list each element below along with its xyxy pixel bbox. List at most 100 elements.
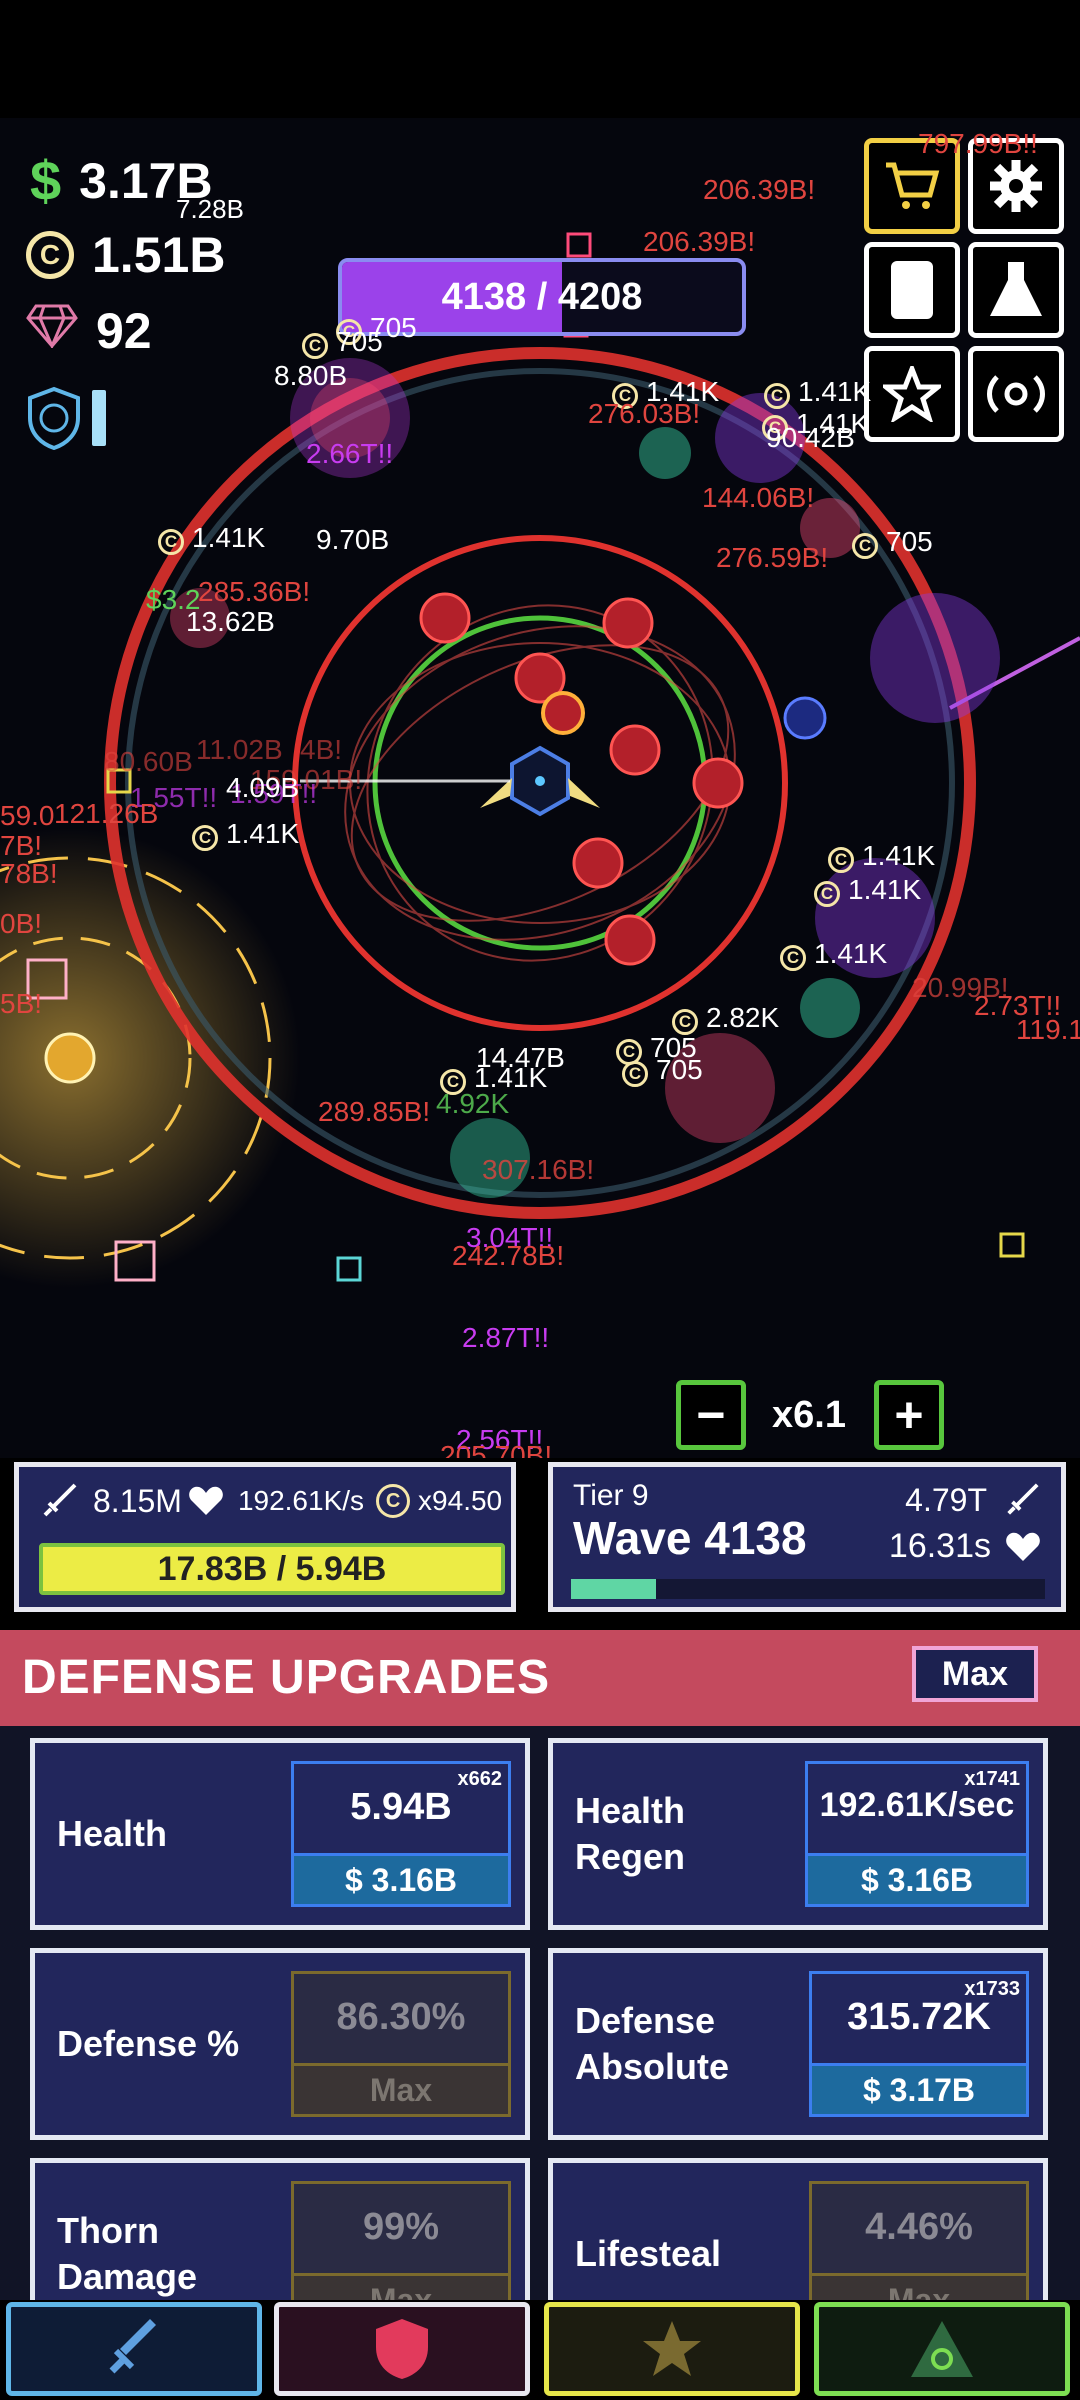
damage-stat: 8.15M <box>93 1482 182 1519</box>
upgrade-value: 86.30% <box>336 1996 466 2038</box>
diamond-icon <box>26 302 78 360</box>
cash-sub-value: 7.28B <box>176 194 244 224</box>
upgrade-grid: Health x662 5.94B $ 3.16B Health Regen x… <box>0 1726 1080 2300</box>
shield-bar <box>92 390 106 446</box>
upgrade-cost: Max <box>294 2063 508 2114</box>
tower-health-bar: 17.83B / 5.94B <box>39 1543 505 1595</box>
upgrade-cost: $ 3.16B <box>808 1853 1026 1904</box>
game-arena: $ 3.17B 7.28B C 1.51B 92 4138 / 4208 797… <box>0 118 1080 1458</box>
damage-number: 242.78B! <box>452 1240 565 1271</box>
damage-number: 80.60B <box>104 746 193 777</box>
coins-display: C 1.51B <box>26 226 225 284</box>
flask-icon <box>990 262 1042 316</box>
damage-number: 4B! <box>300 734 343 765</box>
gear-icon <box>990 160 1042 212</box>
damage-number: 11.02B <box>196 734 283 765</box>
zoom-in-button[interactable]: + <box>874 1380 944 1450</box>
damage-number: 276.03B! <box>588 398 701 429</box>
damage-number: 13.62B <box>186 606 275 637</box>
tower-stats-row: 8.15M 192.61K/s C x94.50 <box>39 1481 502 1521</box>
damage-number: 206.39B! <box>703 174 816 205</box>
wave-info-panel: Tier 9 Wave 4138 4.79T 16.31s <box>548 1462 1066 1612</box>
coin-icon: C <box>780 945 806 971</box>
modules-button[interactable] <box>968 346 1064 442</box>
upgrade-value: 5.94B <box>350 1786 452 1828</box>
coin-gain: C 1.41K <box>814 874 921 907</box>
upgrade-card-defense-absolute[interactable]: Defense Absolute x1733 315.72K $ 3.17B <box>548 1948 1048 2140</box>
damage-number: 78B! <box>0 858 58 889</box>
upgrade-card-thorn-damage[interactable]: Thorn Damage 99% Max <box>30 2158 530 2300</box>
tab-defense[interactable] <box>274 2302 530 2396</box>
damage-number: 285.36B! <box>198 576 311 607</box>
upgrade-value: 192.61K/sec <box>819 1786 1015 1824</box>
wave-timer-fill <box>571 1579 657 1599</box>
wave-label: Wave 4138 <box>573 1512 807 1564</box>
zoom-level: x6.1 <box>772 1394 846 1436</box>
coin-multiplier: x94.50 <box>418 1485 503 1516</box>
upgrade-cost: Max <box>812 2273 1026 2300</box>
tab-utility[interactable] <box>544 2302 800 2396</box>
tower-stats-panel: 8.15M 192.61K/s C x94.50 17.83B / 5.94B <box>14 1462 516 1612</box>
eye-triangle-icon <box>911 2321 973 2377</box>
star-icon <box>643 2321 701 2376</box>
sword-icon <box>1007 1483 1039 1515</box>
crit-number: 2.87T!! <box>462 1322 550 1353</box>
star-icon <box>883 366 941 422</box>
coins-value: 1.51B <box>92 227 226 283</box>
upgrade-buy-box[interactable]: 99% Max <box>291 2181 511 2300</box>
shield-status <box>26 386 106 450</box>
zoom-out-button[interactable]: − <box>676 1380 746 1450</box>
damage-number: 307.16B! <box>482 1154 595 1185</box>
damage-number: 119.1 <box>1016 1014 1080 1045</box>
wave-timer-bar <box>571 1579 1045 1599</box>
heart-icon <box>1006 1532 1040 1561</box>
damage-number: 289.85B! <box>318 1096 431 1127</box>
upgrade-card-defense-percent[interactable]: Defense % 86.30% Max <box>30 1948 530 2140</box>
damage-number: 0B! <box>0 908 43 939</box>
upgrade-value: 99% <box>362 2206 440 2248</box>
coin-gain: C 2.82K <box>672 1002 779 1035</box>
damage-number: 797.99B!! <box>918 128 1038 159</box>
cash-gain: 4.92K <box>436 1088 510 1119</box>
perks-button[interactable] <box>864 346 960 442</box>
damage-number: 59.0 <box>0 800 55 831</box>
coin-orb <box>44 1032 96 1084</box>
lab-button[interactable] <box>968 242 1064 338</box>
cart-icon <box>886 162 940 209</box>
upgrade-card-health[interactable]: Health x662 5.94B $ 3.16B <box>30 1738 530 1930</box>
sword-icon <box>43 1483 77 1517</box>
coin-gain: C 1.41K <box>764 376 871 409</box>
upgrade-label: Health <box>57 1813 168 1854</box>
coin-icon: C <box>622 1061 648 1087</box>
coin-icon: C <box>852 533 878 559</box>
enemy-damage-row: 4.79T <box>905 1481 1041 1519</box>
upgrade-value: 4.46% <box>865 2206 973 2248</box>
max-button[interactable]: Max <box>912 1646 1038 1702</box>
shield-icon <box>28 386 80 450</box>
tab-ultimate[interactable] <box>814 2302 1070 2396</box>
upgrade-buy-box[interactable]: 86.30% Max <box>291 1971 511 2117</box>
upgrade-buy-box[interactable]: x1741 192.61K/sec $ 3.16B <box>805 1761 1029 1907</box>
damage-number: 144.06B! <box>702 482 815 513</box>
heart-icon <box>189 1486 223 1515</box>
coin-icon: C <box>764 383 790 409</box>
coin-gain: C 1.41K <box>828 840 935 873</box>
upgrade-buy-box[interactable]: x1733 315.72K $ 3.17B <box>809 1971 1029 2117</box>
section-title: DEFENSE UPGRADES <box>22 1651 551 1704</box>
upgrade-buy-box[interactable]: 4.46% Max <box>809 2181 1029 2300</box>
crit-number: 2.66T!! <box>306 438 394 469</box>
upgrade-card-lifesteal[interactable]: Lifesteal 4.46% Max <box>548 2158 1048 2300</box>
blue-orb <box>783 696 827 740</box>
damage-number: 90.42B <box>766 422 855 453</box>
sword-icon <box>109 2319 156 2374</box>
coin-gain: C 705 <box>852 526 933 559</box>
tab-attack[interactable] <box>6 2302 262 2396</box>
upgrade-buy-box[interactable]: x662 5.94B $ 3.16B <box>291 1761 511 1907</box>
upgrade-label: Defense Absolute <box>575 2000 730 2087</box>
enemy-damage-value: 4.79T <box>905 1481 987 1518</box>
card-icon <box>891 261 933 319</box>
upgrade-card-health-regen[interactable]: Health Regen x1741 192.61K/sec $ 3.16B <box>548 1738 1048 1930</box>
shield-icon <box>376 2319 428 2379</box>
cards-button[interactable] <box>864 242 960 338</box>
damage-number: 9.70B <box>316 524 390 555</box>
